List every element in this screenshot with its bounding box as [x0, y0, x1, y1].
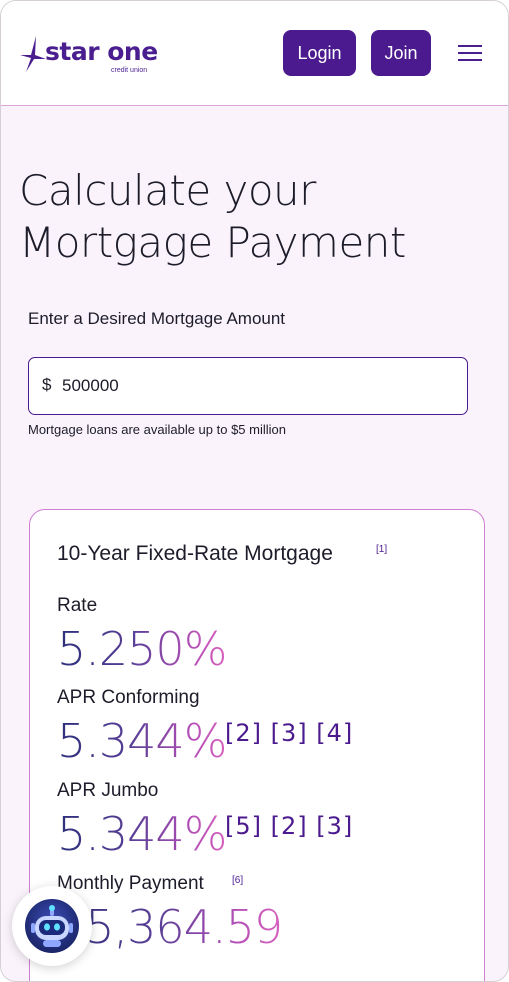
login-button[interactable]: Login	[283, 30, 356, 76]
page-title: Calculate your Mortgage Payment	[19, 165, 489, 269]
currency-symbol: $	[42, 375, 52, 394]
apr-conforming-footnotes[interactable]: [2] [3] [4]	[225, 719, 353, 747]
apr-conforming-label: APR Conforming	[57, 687, 200, 708]
star-one-logo[interactable]: star one credit union	[19, 35, 169, 75]
logo-wordmark: star one	[45, 37, 158, 66]
mortgage-amount-input[interactable]	[62, 372, 442, 400]
apr-conforming-value: 5.344%	[57, 714, 227, 768]
mortgage-rate-card: 10-Year Fixed-Rate Mortgage [1] Rate 5.2…	[29, 509, 485, 981]
join-button[interactable]: Join	[371, 30, 431, 76]
rate-value: 5.250%	[57, 622, 227, 676]
chat-bot-icon	[25, 899, 79, 953]
monthly-payment-label: Monthly Payment	[57, 873, 204, 894]
rate-label: Rate	[57, 595, 98, 616]
mortgage-amount-help-text: Mortgage loans are available up to $5 mi…	[28, 422, 286, 437]
page-title-line1: Calculate your	[19, 166, 316, 215]
apr-jumbo-value: 5.344%	[57, 807, 227, 861]
site-header: star one credit union Login Join	[1, 1, 508, 106]
card-title: 10-Year Fixed-Rate Mortgage	[57, 542, 333, 565]
logo-tagline: credit union	[111, 67, 148, 74]
footnote-link-1[interactable]: [1]	[376, 544, 387, 555]
app-frame: star one credit union Login Join Calcula…	[0, 0, 509, 982]
mortgage-amount-field[interactable]: $	[28, 357, 468, 415]
hamburger-menu-icon[interactable]	[458, 43, 482, 63]
page-title-line2: Mortgage Payment	[19, 218, 406, 267]
footnote-link-6[interactable]: [6]	[232, 875, 243, 886]
mortgage-amount-label: Enter a Desired Mortgage Amount	[28, 309, 286, 328]
apr-jumbo-label: APR Jumbo	[57, 780, 159, 801]
chat-bot-button[interactable]	[12, 886, 92, 966]
apr-jumbo-footnotes[interactable]: [5] [2] [3]	[225, 812, 353, 840]
